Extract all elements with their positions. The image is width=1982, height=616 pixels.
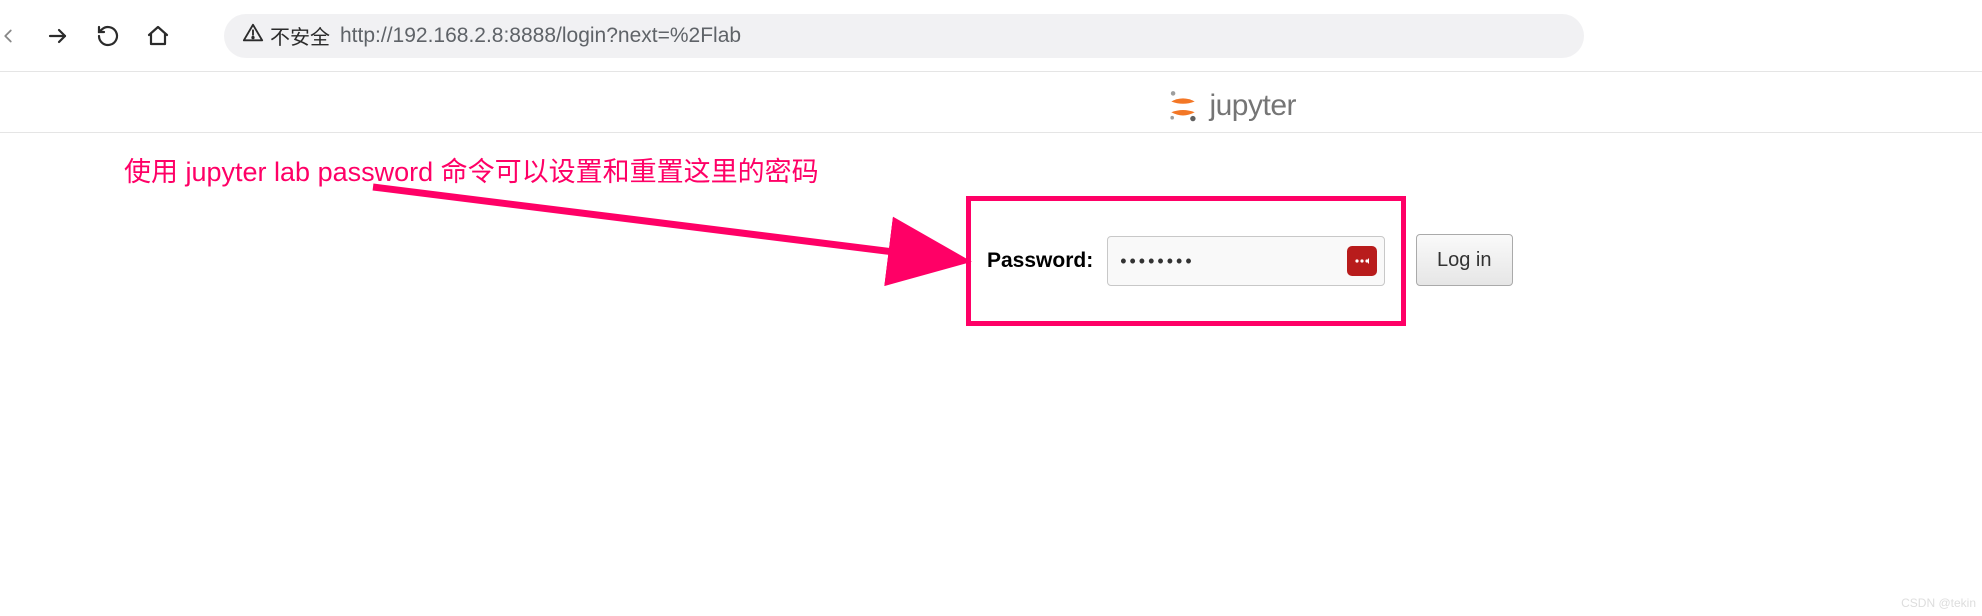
browser-toolbar: 不安全 http://192.168.2.8:8888/login?next=%… [0, 0, 1982, 72]
back-button[interactable] [0, 22, 22, 50]
home-button[interactable] [144, 22, 172, 50]
page-header: jupyter [0, 72, 1982, 133]
password-input[interactable] [1107, 236, 1385, 286]
annotation-text: 使用 jupyter lab password 命令可以设置和重置这里的密码 [124, 150, 819, 189]
security-badge[interactable]: 不安全 [242, 21, 330, 50]
login-form-highlight: Password: [966, 196, 1406, 326]
login-button[interactable]: Log in [1416, 234, 1513, 286]
jupyter-logo-icon [1165, 88, 1201, 124]
warning-icon [242, 22, 264, 50]
password-input-container [1107, 236, 1385, 286]
url-text: http://192.168.2.8:8888/login?next=%2Fla… [340, 24, 741, 48]
reload-button[interactable] [94, 22, 122, 50]
annotation-arrow [368, 175, 988, 295]
watermark: CSDN @tekin [1901, 596, 1976, 610]
jupyter-logo-text: jupyter [1209, 89, 1296, 123]
password-manager-icon[interactable] [1347, 246, 1377, 276]
jupyter-logo: jupyter [1165, 88, 1296, 124]
forward-button[interactable] [44, 22, 72, 50]
address-bar[interactable]: 不安全 http://192.168.2.8:8888/login?next=%… [224, 14, 1584, 58]
password-label: Password: [987, 249, 1093, 273]
security-label: 不安全 [270, 21, 330, 50]
